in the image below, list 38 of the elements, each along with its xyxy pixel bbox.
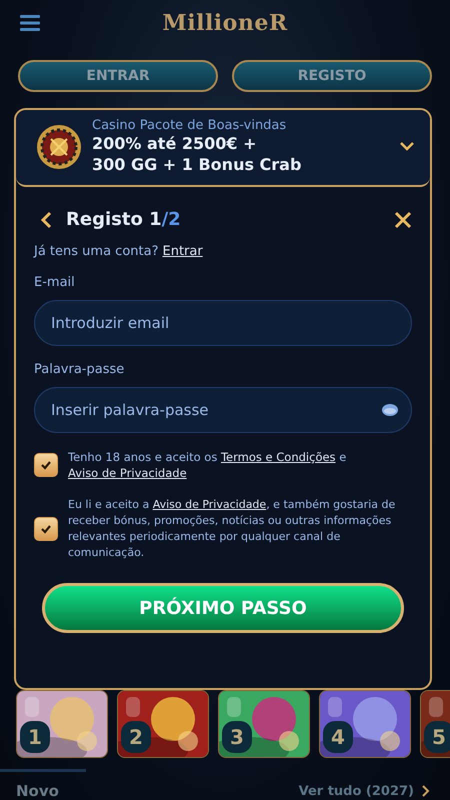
game-tile[interactable]: 3 <box>218 690 310 758</box>
auth-button[interactable]: ENTRAR <box>18 60 218 92</box>
login-link[interactable]: Entrar <box>162 244 203 259</box>
check-icon <box>40 524 52 534</box>
auth-button[interactable]: REGISTO <box>232 60 432 92</box>
bonus-title: 300 GG + 1 Bonus Crab <box>92 154 302 175</box>
field-label: E-mail <box>34 275 76 290</box>
close-icon[interactable] <box>394 210 412 228</box>
consent-text: Eu li e aceito a Aviso de Privacidade, e também gostaria de receber bónus, promoções, notícias ou outras informações relevantes periodicamente por qualquer canal de comunicação. <box>68 497 396 561</box>
back-icon[interactable] <box>40 210 52 228</box>
consent-text: Tenho 18 anos e aceito os Termos e Condições e Aviso de Privacidade <box>68 449 348 481</box>
section-title: Novo <box>16 782 60 800</box>
check-icon <box>40 460 52 470</box>
policy-link[interactable]: Aviso de Privacidade <box>68 466 187 480</box>
checkbox[interactable] <box>34 453 58 477</box>
form-title: Registo 1/2 <box>66 209 182 230</box>
chevron-right-icon <box>422 785 430 797</box>
game-tile[interactable]: 5 <box>420 690 450 758</box>
eye-icon[interactable] <box>382 404 398 416</box>
view-all-link[interactable]: Ver tudo (2027) <box>298 784 414 798</box>
field-label: Palavra-passe <box>34 362 126 377</box>
menu-icon[interactable] <box>20 15 40 31</box>
policy-link[interactable]: Aviso de Privacidade <box>152 498 266 511</box>
roulette-icon <box>36 124 82 170</box>
game-tile[interactable]: 1 <box>16 690 108 758</box>
game-tile[interactable]: 4 <box>319 690 411 758</box>
logo[interactable]: MillioneR <box>162 10 288 36</box>
bonus-caption: Casino Pacote de Boas-vindas <box>92 118 288 133</box>
account-prompt: Já tens uma conta? <box>34 244 158 259</box>
bonus-card[interactable]: Casino Pacote de Boas-vindas 200% até 2500€ + 300 GG + 1 Bonus Crab <box>16 110 430 187</box>
password-field[interactable]: Inserir palavra-passe <box>34 387 412 433</box>
game-tile[interactable]: 2 <box>117 690 209 758</box>
policy-link[interactable]: Termos e Condições <box>220 450 336 464</box>
bonus-title: 200% até 2500€ + <box>92 133 258 154</box>
chevron-down-icon[interactable] <box>400 142 414 151</box>
email-field[interactable]: Introduzir email <box>34 300 412 346</box>
rank-badge: 5 <box>424 721 450 753</box>
checkbox[interactable] <box>34 517 58 541</box>
